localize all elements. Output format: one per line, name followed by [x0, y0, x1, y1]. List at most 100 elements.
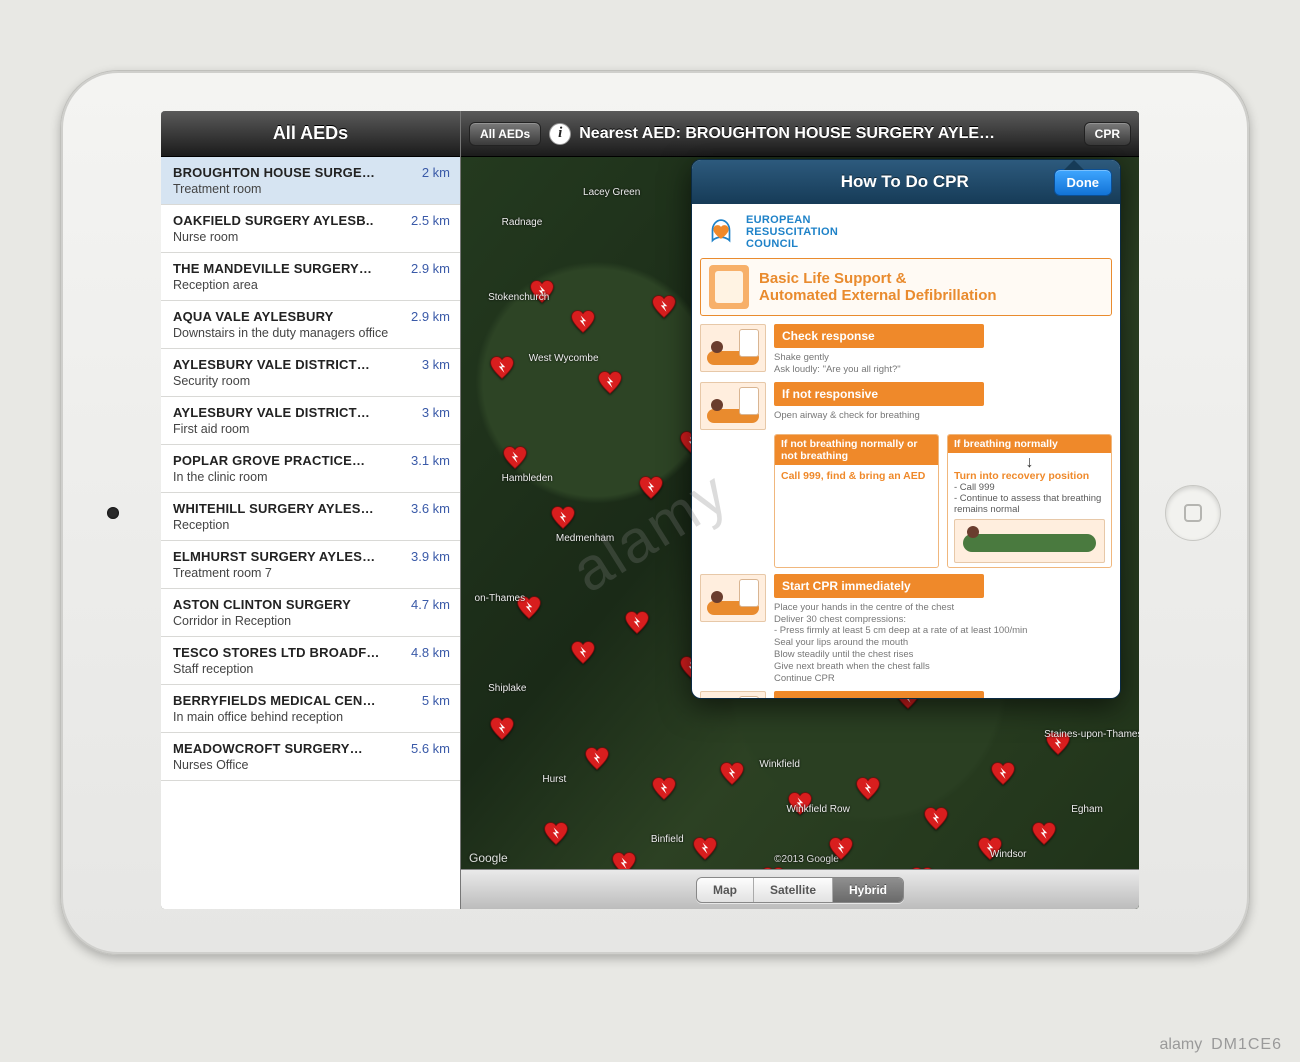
aed-item-subtitle: Nurse room	[173, 230, 450, 244]
aed-list-item[interactable]: THE MANDEVILLE SURGERY…Reception area2.9…	[161, 253, 460, 301]
aed-map-pin[interactable]	[651, 776, 677, 802]
aed-item-distance: 4.8 km	[411, 645, 450, 660]
cpr-step-illustration	[700, 691, 766, 698]
cpr-step-check-response: Check response Shake gently Ask loudly: …	[700, 324, 1112, 376]
aed-item-title: BERRYFIELDS MEDICAL CEN…	[173, 693, 450, 708]
map-place-label: West Wycombe	[529, 353, 599, 364]
map-place-label: on-Thames	[475, 593, 526, 604]
aed-item-distance: 2.9 km	[411, 309, 450, 324]
aed-map-pin[interactable]	[638, 475, 664, 501]
map-type-segmented: Map Satellite Hybrid	[696, 877, 904, 903]
stock-watermark-footer: alamy DM1CE6	[1160, 1036, 1282, 1054]
ipad-camera	[107, 507, 119, 519]
map-place-label: Shiplake	[488, 683, 526, 694]
aed-item-title: OAKFIELD SURGERY AYLESB..	[173, 213, 450, 228]
aed-item-distance: 3.9 km	[411, 549, 450, 564]
cpr-step-illustration	[700, 324, 766, 372]
aed-item-subtitle: Treatment room 7	[173, 566, 450, 580]
aed-map-pin[interactable]	[624, 610, 650, 636]
aed-item-subtitle: Corridor in Reception	[173, 614, 450, 628]
aed-map-pin[interactable]	[550, 505, 576, 531]
map-place-label: Binfield	[651, 834, 684, 845]
google-logo: Google	[469, 851, 508, 865]
aed-map-pin[interactable]	[990, 761, 1016, 787]
map-place-label: Winkfield	[759, 759, 800, 770]
aed-map-pin[interactable]	[828, 836, 854, 862]
aed-item-title: BROUGHTON HOUSE SURGE…	[173, 165, 450, 180]
aed-list-item[interactable]: AYLESBURY VALE DISTRICT… Security room 3 k…	[161, 349, 460, 397]
aed-item-distance: 3 km	[422, 357, 450, 372]
aed-item-title: WHITEHILL SURGERY AYLES…	[173, 501, 450, 516]
aed-list-item[interactable]: ELMHURST SURGERY AYLES… Treatment room 7 3…	[161, 541, 460, 589]
aed-list-item[interactable]: BROUGHTON HOUSE SURGE… Treatment room 2 km	[161, 157, 460, 205]
aed-map-pin[interactable]	[570, 640, 596, 666]
aed-item-distance: 5 km	[422, 693, 450, 708]
cpr-step-not-responsive: If not responsive Open airway & check fo…	[700, 382, 1112, 430]
ipad-home-button[interactable]	[1165, 485, 1221, 541]
aed-item-subtitle: Treatment room	[173, 182, 450, 196]
cpr-branch: If not breathing normally or not breathi…	[774, 434, 1112, 568]
aed-item-subtitle: In the clinic room	[173, 470, 450, 484]
cpr-step-illustration	[700, 574, 766, 622]
map-place-label: Windsor	[990, 849, 1027, 860]
info-icon[interactable]: i	[549, 123, 571, 145]
map-place-label: Egham	[1071, 804, 1103, 815]
aed-item-subtitle: Nurses Office	[173, 758, 450, 772]
aed-item-subtitle: Staff reception	[173, 662, 450, 676]
aed-item-subtitle: Security room	[173, 374, 450, 388]
aed-map-pin[interactable]	[489, 716, 515, 742]
aed-map-pin[interactable]	[651, 294, 677, 320]
aed-item-subtitle: Reception	[173, 518, 450, 532]
aed-map-pin[interactable]	[597, 370, 623, 396]
nearest-aed-title: Nearest AED: BROUGHTON HOUSE SURGERY AYL…	[579, 125, 1075, 143]
aed-map-pin[interactable]	[570, 309, 596, 335]
cpr-popover: How To Do CPR Done EUROPEAN RESUSCITATIO…	[691, 159, 1121, 699]
aed-list-item[interactable]: ASTON CLINTON SURGERYCorridor in Recepti…	[161, 589, 460, 637]
map-place-label: Medmenham	[556, 533, 614, 544]
aed-item-distance: 2 km	[422, 165, 450, 180]
aed-item-subtitle: Downstairs in the duty managers office	[173, 326, 450, 340]
aed-item-distance: 3.1 km	[411, 453, 450, 468]
aed-list-item[interactable]: OAKFIELD SURGERY AYLESB..Nurse room2.5 k…	[161, 205, 460, 253]
aed-list-item[interactable]: MEADOWCROFT SURGERY…Nurses Office5.6 km	[161, 733, 460, 781]
aed-list-item[interactable]: AQUA VALE AYLESBURYDownstairs in the dut…	[161, 301, 460, 349]
ipad-screen: All AEDs BROUGHTON HOUSE SURGE… Treatment…	[161, 111, 1139, 909]
aed-map-pin[interactable]	[923, 806, 949, 832]
all-aeds-button[interactable]: All AEDs	[469, 122, 541, 146]
map-type-hybrid[interactable]: Hybrid	[833, 878, 903, 902]
aed-map-pin[interactable]	[1031, 821, 1057, 847]
recovery-position-illustration	[954, 519, 1105, 563]
aed-map-pin[interactable]	[855, 776, 881, 802]
map-place-label: Hurst	[542, 774, 566, 785]
map-type-satellite[interactable]: Satellite	[754, 878, 833, 902]
aed-map-pin[interactable]	[502, 445, 528, 471]
done-button[interactable]: Done	[1054, 169, 1113, 196]
map-place-label: Hambleden	[502, 473, 553, 484]
ipad-frame: All AEDs BROUGHTON HOUSE SURGE… Treatment…	[60, 70, 1250, 955]
aed-item-title: POPLAR GROVE PRACTICE…	[173, 453, 450, 468]
main-toolbar: All AEDs i Nearest AED: BROUGHTON HOUSE …	[461, 111, 1139, 157]
aed-list-item[interactable]: TESCO STORES LTD BROADF…Staff reception4…	[161, 637, 460, 685]
aed-item-title: ELMHURST SURGERY AYLES…	[173, 549, 450, 564]
aed-map-pin[interactable]	[543, 821, 569, 847]
aed-item-title: AYLESBURY VALE DISTRICT…	[173, 357, 450, 372]
map-type-map[interactable]: Map	[697, 878, 754, 902]
aed-map-pin[interactable]	[692, 836, 718, 862]
map-place-label: Winkfield Row	[786, 804, 849, 815]
aed-map-pin[interactable]	[489, 355, 515, 381]
sidebar-title: All AEDs	[161, 111, 460, 157]
aed-list-item[interactable]: BERRYFIELDS MEDICAL CEN…In main office b…	[161, 685, 460, 733]
aed-list[interactable]: BROUGHTON HOUSE SURGE… Treatment room 2 km…	[161, 157, 460, 909]
cpr-popover-body[interactable]: EUROPEAN RESUSCITATION COUNCIL Basic Lif…	[692, 204, 1120, 698]
aed-list-item[interactable]: POPLAR GROVE PRACTICE… In the clinic room…	[161, 445, 460, 493]
aed-list-item[interactable]: AYLESBURY VALE DISTRICT…First aid room3 …	[161, 397, 460, 445]
cpr-step-start-cpr: Start CPR immediately Place your hands i…	[700, 574, 1112, 685]
aed-map-pin[interactable]	[584, 746, 610, 772]
aed-item-distance: 3 km	[422, 405, 450, 420]
aed-item-title: AYLESBURY VALE DISTRICT…	[173, 405, 450, 420]
aed-item-title: THE MANDEVILLE SURGERY…	[173, 261, 450, 276]
aed-map-pin[interactable]	[719, 761, 745, 787]
map-place-label: Staines-upon-Thames	[1044, 729, 1139, 740]
cpr-button[interactable]: CPR	[1084, 122, 1131, 146]
aed-list-item[interactable]: WHITEHILL SURGERY AYLES…Reception3.6 km	[161, 493, 460, 541]
